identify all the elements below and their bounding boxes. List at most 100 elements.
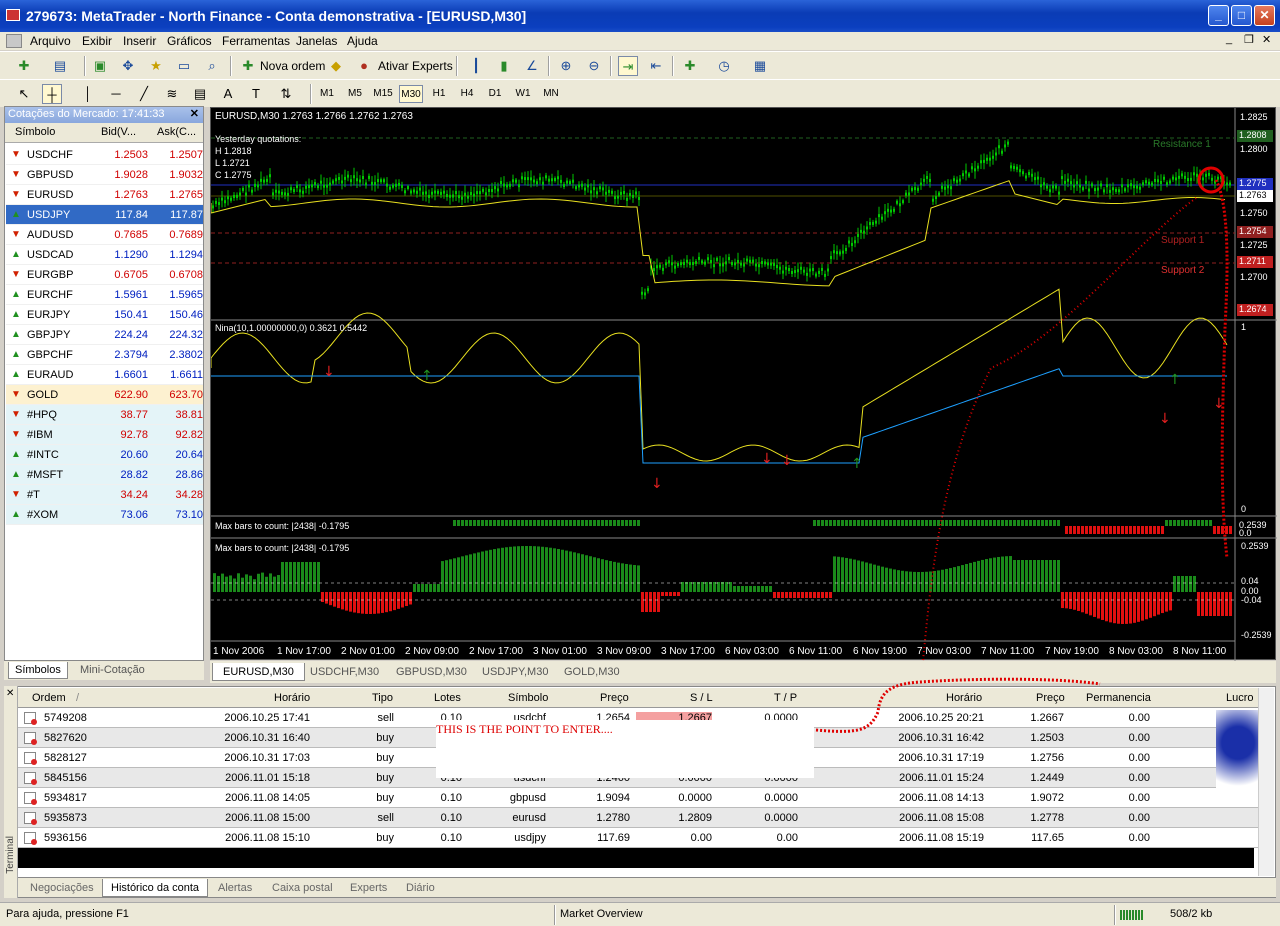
close-button[interactable]: ✕ xyxy=(1254,5,1275,26)
col-sl[interactable]: S / L xyxy=(690,692,713,704)
col-lotes[interactable]: Lotes xyxy=(434,692,461,704)
quote-row[interactable]: ▲ #INTC 20.60 20.64 xyxy=(6,445,203,465)
history-row[interactable]: 5934817 2006.11.08 14:05 buy 0.10 gbpusd 1.90… xyxy=(18,788,1258,808)
hline-icon[interactable]: ─ xyxy=(106,84,126,104)
zoom-out-icon[interactable]: ⊖ xyxy=(584,56,604,76)
templates-icon[interactable]: ▦ xyxy=(750,56,770,76)
zoom-in-icon[interactable]: ⊕ xyxy=(556,56,576,76)
chart-tab-eurusd[interactable]: EURUSD,M30 xyxy=(212,663,305,681)
col-ordem[interactable]: Ordem xyxy=(32,692,66,704)
col-tipo[interactable]: Tipo xyxy=(372,692,393,704)
quote-row[interactable]: ▼ USDCHF 1.2503 1.2507 xyxy=(6,145,203,165)
tab-experts[interactable]: Experts xyxy=(342,879,395,897)
tf-m1[interactable]: M1 xyxy=(315,85,339,103)
doc-icon[interactable] xyxy=(6,34,22,48)
menu-janelas[interactable]: Janelas xyxy=(296,34,337,48)
terminal-scrollbar[interactable] xyxy=(1258,688,1274,876)
chart-window[interactable]: ↓ ↓ ↓ ↓ ↓ ↓ ↑ ↑ ↑ EURUSD,M30 1.2763 1.2766 1.276… xyxy=(210,107,1277,662)
tf-m30[interactable]: M30 xyxy=(399,85,423,103)
tf-h4[interactable]: H4 xyxy=(455,85,479,103)
tab-historico[interactable]: Histórico da conta xyxy=(102,879,209,897)
quote-row[interactable]: ▲ USDCAD 1.1290 1.1294 xyxy=(6,245,203,265)
navigator-icon[interactable]: ✥ xyxy=(118,56,138,76)
quote-row[interactable]: ▼ #IBM 92.78 92.82 xyxy=(6,425,203,445)
text-icon[interactable]: A xyxy=(218,84,238,104)
quote-row[interactable]: ▼ EURUSD 1.2763 1.2765 xyxy=(6,185,203,205)
quote-row[interactable]: ▲ #XOM 73.06 73.10 xyxy=(6,505,203,525)
tf-m5[interactable]: M5 xyxy=(343,85,367,103)
tab-simbolos[interactable]: Símbolos xyxy=(8,662,68,679)
col-tp[interactable]: T / P xyxy=(774,692,797,704)
tab-negociacoes[interactable]: Negociações xyxy=(22,879,102,897)
quote-row[interactable]: ▼ GOLD 622.90 623.70 xyxy=(6,385,203,405)
channel-icon[interactable]: ≋ xyxy=(162,84,182,104)
col-bid[interactable]: Bid(V... xyxy=(101,126,136,138)
sort-icon[interactable]: / xyxy=(76,692,79,704)
bar-chart-icon[interactable]: ┃ xyxy=(466,56,486,76)
new-order-button[interactable]: Nova ordem xyxy=(260,59,325,73)
trendline-icon[interactable]: ╱ xyxy=(134,84,154,104)
menu-graficos[interactable]: Gráficos xyxy=(167,34,212,48)
col-preco[interactable]: Preço xyxy=(600,692,629,704)
chart-tab-usdjpy[interactable]: USDJPY,M30 xyxy=(472,663,558,681)
history-row[interactable]: 5935873 2006.11.08 15:00 sell 0.10 eurusd 1.2… xyxy=(18,808,1258,828)
favorites-icon[interactable]: ★ xyxy=(146,56,166,76)
line-chart-icon[interactable]: ∠ xyxy=(522,56,542,76)
tab-mini-cotacao[interactable]: Mini-Cotação xyxy=(74,662,151,679)
auto-scroll-icon[interactable]: ⇥ xyxy=(618,56,638,76)
menu-exibir[interactable]: Exibir xyxy=(82,34,112,48)
tab-alertas[interactable]: Alertas xyxy=(210,879,260,897)
tab-caixa-postal[interactable]: Caixa postal xyxy=(264,879,341,897)
menu-arquivo[interactable]: Arquivo xyxy=(30,34,71,48)
chart-tab-gold[interactable]: GOLD,M30 xyxy=(554,663,630,681)
menu-inserir[interactable]: Inserir xyxy=(123,34,156,48)
experts-button[interactable]: Ativar Experts xyxy=(378,59,453,73)
new-order-icon[interactable]: ✚ xyxy=(238,56,258,76)
quote-row[interactable]: ▲ GBPJPY 224.24 224.32 xyxy=(6,325,203,345)
quote-row[interactable]: ▼ AUDUSD 0.7685 0.7689 xyxy=(6,225,203,245)
col-horario[interactable]: Horário xyxy=(274,692,310,704)
tf-d1[interactable]: D1 xyxy=(483,85,507,103)
menu-ajuda[interactable]: Ajuda xyxy=(347,34,378,48)
col-symbol[interactable]: Símbolo xyxy=(15,126,55,138)
quote-row[interactable]: ▲ EURAUD 1.6601 1.6611 xyxy=(6,365,203,385)
menu-ferramentas[interactable]: Ferramentas xyxy=(222,34,290,48)
close-icon[interactable]: ✕ xyxy=(6,688,14,699)
chart-tab-gbpusd[interactable]: GBPUSD,M30 xyxy=(386,663,477,681)
chart-canvas[interactable]: ↓↓↓ ↓↓↓↑↑↑ xyxy=(210,108,1277,662)
indicators-icon[interactable]: ✚ xyxy=(680,56,700,76)
minimize-button[interactable]: _ xyxy=(1208,5,1229,26)
cursor-icon[interactable]: ↖ xyxy=(14,84,34,104)
fibo-icon[interactable]: ▤ xyxy=(190,84,210,104)
mdi-minimize-icon[interactable]: _ xyxy=(1226,33,1232,45)
maximize-button[interactable]: □ xyxy=(1231,5,1252,26)
periods-icon[interactable]: ◷ xyxy=(714,56,734,76)
chart-shift-icon[interactable]: ⇤ xyxy=(646,56,666,76)
arrows-icon[interactable]: ⇅ xyxy=(276,84,296,104)
tester-icon[interactable]: ⌕ xyxy=(202,56,222,76)
data-window-icon[interactable]: ▭ xyxy=(174,56,194,76)
market-watch-icon[interactable]: ▣ xyxy=(90,56,110,76)
tf-mn[interactable]: MN xyxy=(539,85,563,103)
quote-row[interactable]: ▼ #HPQ 38.77 38.81 xyxy=(6,405,203,425)
quote-row[interactable]: ▲ #MSFT 28.82 28.86 xyxy=(6,465,203,485)
tab-diario[interactable]: Diário xyxy=(398,879,443,897)
chart-tab-usdchf[interactable]: USDCHF,M30 xyxy=(300,663,389,681)
candle-chart-icon[interactable]: ▮ xyxy=(494,56,514,76)
quote-row[interactable]: ▲ GBPCHF 2.3794 2.3802 xyxy=(6,345,203,365)
col-ask[interactable]: Ask(C... xyxy=(157,126,196,138)
tf-m15[interactable]: M15 xyxy=(371,85,395,103)
quote-row[interactable]: ▲ EURJPY 150.41 150.46 xyxy=(6,305,203,325)
quote-row[interactable]: ▲ EURCHF 1.5961 1.5965 xyxy=(6,285,203,305)
metaeditor-icon[interactable]: ◆ xyxy=(326,56,346,76)
close-icon[interactable]: ✕ xyxy=(190,107,199,120)
tf-h1[interactable]: H1 xyxy=(427,85,451,103)
profiles-icon[interactable]: ▤ xyxy=(50,56,70,76)
vline-icon[interactable]: │ xyxy=(78,84,98,104)
col-simbolo[interactable]: Símbolo xyxy=(508,692,548,704)
quote-row[interactable]: ▼ EURGBP 0.6705 0.6708 xyxy=(6,265,203,285)
quote-row[interactable]: ▼ #T 34.24 34.28 xyxy=(6,485,203,505)
tf-w1[interactable]: W1 xyxy=(511,85,535,103)
new-chart-icon[interactable]: ✚ xyxy=(14,56,34,76)
quote-row[interactable]: ▼ GBPUSD 1.9028 1.9032 xyxy=(6,165,203,185)
